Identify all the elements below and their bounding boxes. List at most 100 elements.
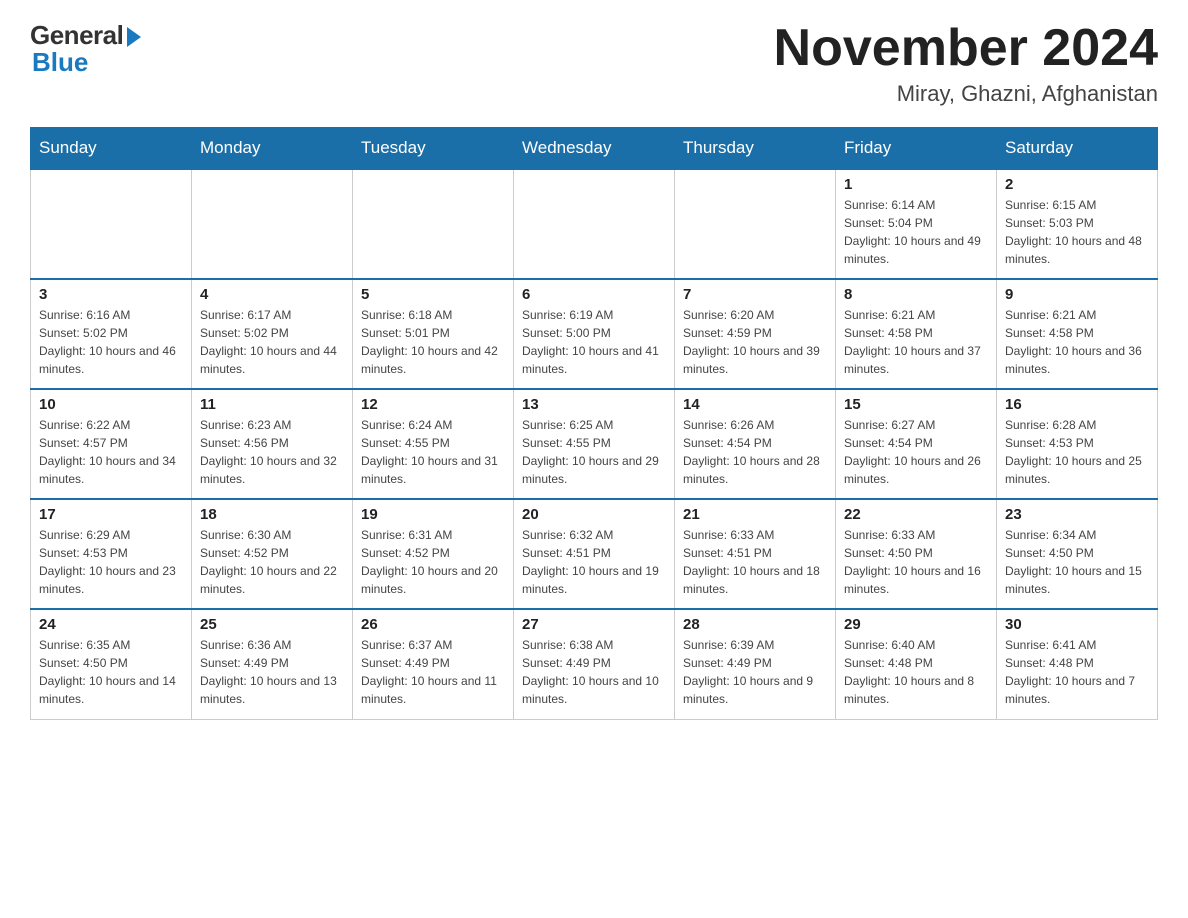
day-number: 5 [361,286,505,303]
logo: General Blue [30,20,141,78]
day-info: Sunrise: 6:21 AM Sunset: 4:58 PM Dayligh… [1005,306,1149,378]
calendar-cell: 22Sunrise: 6:33 AM Sunset: 4:50 PM Dayli… [836,499,997,609]
day-number: 4 [200,286,344,303]
calendar-cell: 7 Sunrise: 6:20 AM Sunset: 4:59 PM Daylig… [675,279,836,389]
logo-blue-text: Blue [32,47,88,78]
calendar-cell: 24 Sunrise: 6:35 AM Sunset: 4:50 PM Dayli… [31,609,192,719]
day-number: 18 [200,506,344,523]
day-number: 10 [39,396,183,413]
calendar-week-row: 1Sunrise: 6:14 AM Sunset: 5:04 PM Daylig… [31,169,1158,279]
calendar-cell [514,169,675,279]
calendar-cell: 11 Sunrise: 6:23 AM Sunset: 4:56 PM Dayli… [192,389,353,499]
calendar-cell: 10 Sunrise: 6:22 AM Sunset: 4:57 PM Dayli… [31,389,192,499]
day-info: Sunrise: 6:35 AM Sunset: 4:50 PM Dayligh… [39,636,183,708]
calendar-cell: 6 Sunrise: 6:19 AM Sunset: 5:00 PM Daylig… [514,279,675,389]
calendar-cell: 4 Sunrise: 6:17 AM Sunset: 5:02 PM Daylig… [192,279,353,389]
day-info: Sunrise: 6:32 AM Sunset: 4:51 PM Dayligh… [522,526,666,598]
calendar-cell: 26Sunrise: 6:37 AM Sunset: 4:49 PM Dayli… [353,609,514,719]
calendar-cell: 19 Sunrise: 6:31 AM Sunset: 4:52 PM Dayli… [353,499,514,609]
calendar-week-row: 24 Sunrise: 6:35 AM Sunset: 4:50 PM Dayli… [31,609,1158,719]
calendar-cell [31,169,192,279]
day-info: Sunrise: 6:38 AM Sunset: 4:49 PM Dayligh… [522,636,666,708]
day-number: 1 [844,176,988,193]
calendar-week-row: 17Sunrise: 6:29 AM Sunset: 4:53 PM Dayli… [31,499,1158,609]
calendar-cell: 27Sunrise: 6:38 AM Sunset: 4:49 PM Dayli… [514,609,675,719]
location-text: Miray, Ghazni, Afghanistan [774,81,1158,107]
day-info: Sunrise: 6:33 AM Sunset: 4:50 PM Dayligh… [844,526,988,598]
day-number: 19 [361,506,505,523]
calendar-cell: 15 Sunrise: 6:27 AM Sunset: 4:54 PM Dayli… [836,389,997,499]
day-info: Sunrise: 6:31 AM Sunset: 4:52 PM Dayligh… [361,526,505,598]
day-number: 17 [39,506,183,523]
calendar-cell: 14 Sunrise: 6:26 AM Sunset: 4:54 PM Dayli… [675,389,836,499]
day-number: 2 [1005,176,1149,193]
day-info: Sunrise: 6:19 AM Sunset: 5:00 PM Dayligh… [522,306,666,378]
calendar-cell: 29 Sunrise: 6:40 AM Sunset: 4:48 PM Dayli… [836,609,997,719]
calendar-cell: 30 Sunrise: 6:41 AM Sunset: 4:48 PM Dayli… [997,609,1158,719]
day-info: Sunrise: 6:33 AM Sunset: 4:51 PM Dayligh… [683,526,827,598]
calendar-week-row: 3 Sunrise: 6:16 AM Sunset: 5:02 PM Daylig… [31,279,1158,389]
day-number: 9 [1005,286,1149,303]
day-number: 7 [683,286,827,303]
calendar-cell: 20 Sunrise: 6:32 AM Sunset: 4:51 PM Dayli… [514,499,675,609]
day-info: Sunrise: 6:20 AM Sunset: 4:59 PM Dayligh… [683,306,827,378]
day-number: 14 [683,396,827,413]
day-number: 13 [522,396,666,413]
day-info: Sunrise: 6:34 AM Sunset: 4:50 PM Dayligh… [1005,526,1149,598]
day-info: Sunrise: 6:23 AM Sunset: 4:56 PM Dayligh… [200,416,344,488]
day-number: 8 [844,286,988,303]
day-info: Sunrise: 6:24 AM Sunset: 4:55 PM Dayligh… [361,416,505,488]
day-info: Sunrise: 6:26 AM Sunset: 4:54 PM Dayligh… [683,416,827,488]
day-info: Sunrise: 6:41 AM Sunset: 4:48 PM Dayligh… [1005,636,1149,708]
calendar-cell: 1Sunrise: 6:14 AM Sunset: 5:04 PM Daylig… [836,169,997,279]
day-info: Sunrise: 6:21 AM Sunset: 4:58 PM Dayligh… [844,306,988,378]
day-info: Sunrise: 6:17 AM Sunset: 5:02 PM Dayligh… [200,306,344,378]
day-info: Sunrise: 6:16 AM Sunset: 5:02 PM Dayligh… [39,306,183,378]
calendar-cell: 3 Sunrise: 6:16 AM Sunset: 5:02 PM Daylig… [31,279,192,389]
day-number: 6 [522,286,666,303]
day-info: Sunrise: 6:28 AM Sunset: 4:53 PM Dayligh… [1005,416,1149,488]
calendar-cell [675,169,836,279]
day-number: 30 [1005,616,1149,633]
weekday-header-sunday: Sunday [31,128,192,170]
day-info: Sunrise: 6:22 AM Sunset: 4:57 PM Dayligh… [39,416,183,488]
weekday-header-monday: Monday [192,128,353,170]
day-info: Sunrise: 6:25 AM Sunset: 4:55 PM Dayligh… [522,416,666,488]
calendar-cell: 16Sunrise: 6:28 AM Sunset: 4:53 PM Dayli… [997,389,1158,499]
day-number: 20 [522,506,666,523]
day-number: 24 [39,616,183,633]
calendar-cell: 23 Sunrise: 6:34 AM Sunset: 4:50 PM Dayli… [997,499,1158,609]
calendar-cell: 13 Sunrise: 6:25 AM Sunset: 4:55 PM Dayli… [514,389,675,499]
day-number: 12 [361,396,505,413]
logo-arrow-icon [127,27,141,47]
day-number: 23 [1005,506,1149,523]
day-info: Sunrise: 6:39 AM Sunset: 4:49 PM Dayligh… [683,636,827,708]
calendar-cell: 2Sunrise: 6:15 AM Sunset: 5:03 PM Daylig… [997,169,1158,279]
day-info: Sunrise: 6:18 AM Sunset: 5:01 PM Dayligh… [361,306,505,378]
day-info: Sunrise: 6:30 AM Sunset: 4:52 PM Dayligh… [200,526,344,598]
calendar-cell [192,169,353,279]
calendar-week-row: 10 Sunrise: 6:22 AM Sunset: 4:57 PM Dayli… [31,389,1158,499]
day-number: 15 [844,396,988,413]
weekday-header-wednesday: Wednesday [514,128,675,170]
day-info: Sunrise: 6:27 AM Sunset: 4:54 PM Dayligh… [844,416,988,488]
month-title: November 2024 [774,20,1158,77]
day-info: Sunrise: 6:40 AM Sunset: 4:48 PM Dayligh… [844,636,988,708]
calendar-header-row: SundayMondayTuesdayWednesdayThursdayFrid… [31,128,1158,170]
calendar-cell: 25 Sunrise: 6:36 AM Sunset: 4:49 PM Dayli… [192,609,353,719]
weekday-header-friday: Friday [836,128,997,170]
weekday-header-thursday: Thursday [675,128,836,170]
weekday-header-saturday: Saturday [997,128,1158,170]
calendar-cell: 9 Sunrise: 6:21 AM Sunset: 4:58 PM Daylig… [997,279,1158,389]
calendar-table: SundayMondayTuesdayWednesdayThursdayFrid… [30,127,1158,720]
day-number: 25 [200,616,344,633]
calendar-cell [353,169,514,279]
day-number: 26 [361,616,505,633]
day-number: 11 [200,396,344,413]
day-number: 21 [683,506,827,523]
day-number: 3 [39,286,183,303]
day-info: Sunrise: 6:36 AM Sunset: 4:49 PM Dayligh… [200,636,344,708]
day-number: 29 [844,616,988,633]
day-number: 28 [683,616,827,633]
calendar-cell: 8 Sunrise: 6:21 AM Sunset: 4:58 PM Daylig… [836,279,997,389]
